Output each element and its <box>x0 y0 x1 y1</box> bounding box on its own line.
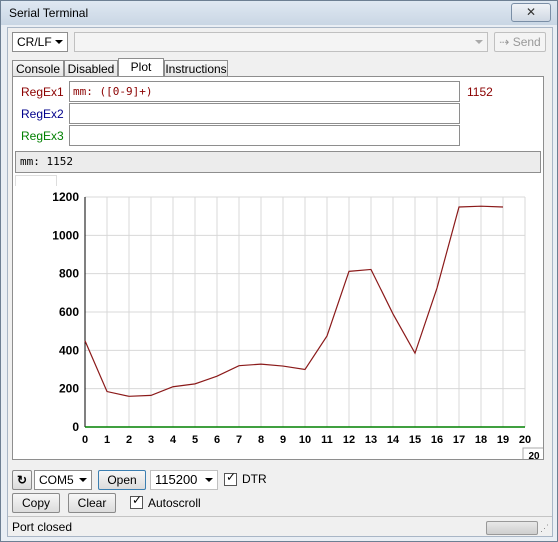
x-tick-label: 17 <box>453 434 465 446</box>
x-tick-label: 9 <box>280 434 286 446</box>
regex1-label: RegEx1 <box>21 85 64 99</box>
x-tick-label: 18 <box>475 434 487 446</box>
regex1-match-value: 1152 <box>467 85 493 99</box>
y-tick-label: 200 <box>59 382 79 396</box>
regex-row-3: RegEx3 <box>19 125 461 147</box>
x-tick-label: 7 <box>236 434 242 446</box>
tab-label: Console <box>15 62 61 76</box>
regex3-label: RegEx3 <box>21 129 64 143</box>
y-tick-label: 1000 <box>52 228 79 242</box>
port-select[interactable]: COM5 <box>34 470 92 490</box>
plot-chart: 0 1 2 3 4 5 6 7 8 9 10 11 12 13 14 15 16 17 18 19 2002004006… <box>52 190 543 459</box>
send-text-input[interactable] <box>74 32 488 52</box>
status-text: Port closed <box>12 520 73 534</box>
dtr-label: DTR <box>242 472 267 486</box>
tab-label: Plot <box>130 60 152 74</box>
x-tick-label: 12 <box>343 434 355 446</box>
x-tick-label: 19 <box>497 434 509 446</box>
y-tick-label: 400 <box>59 343 79 357</box>
x-tick-label: 13 <box>365 434 377 446</box>
chevron-down-icon <box>55 40 63 44</box>
x-tick-label: 16 <box>431 434 443 446</box>
title-bar[interactable]: Serial Terminal ✕ <box>1 1 557 25</box>
regex3-input[interactable] <box>69 125 460 146</box>
line-ending-value: CR/LF <box>17 35 52 49</box>
check-icon: ✓ <box>132 493 143 507</box>
progress-bar <box>486 521 538 535</box>
send-icon: ⇢ <box>499 35 510 49</box>
copy-button[interactable]: Copy <box>12 493 60 513</box>
y-tick-label: 1200 <box>52 190 79 204</box>
dtr-checkbox[interactable]: ✓ <box>224 470 237 486</box>
x-tick-label: 1 <box>104 434 110 446</box>
x-tick-label: 5 <box>192 434 198 446</box>
clear-button[interactable]: Clear <box>68 493 116 513</box>
tab-instructions[interactable]: Instructions <box>164 60 228 77</box>
open-button[interactable]: Open <box>98 470 146 490</box>
tab-label: Instructions <box>165 62 227 76</box>
refresh-button[interactable]: ↻ <box>12 470 32 490</box>
check-icon: ✓ <box>226 470 237 484</box>
x-tick-label: 8 <box>258 434 264 446</box>
y-tick-label: 600 <box>59 305 79 319</box>
x-tick-label: 0 <box>82 434 88 446</box>
x-tick-label: 6 <box>214 434 220 446</box>
tab-plot[interactable]: Plot <box>118 58 164 78</box>
regex-row-2: RegEx2 <box>19 103 461 125</box>
match-line: mm: 1152 <box>15 151 541 173</box>
x-tick-label: 14 <box>387 434 400 446</box>
line-ending-select[interactable]: CR/LF <box>12 32 68 52</box>
x-tick-label: 15 <box>409 434 421 446</box>
client-area: CR/LF ⇢ Send Console Disabled Plot Instr… <box>7 27 553 537</box>
regex2-label: RegEx2 <box>21 107 64 121</box>
x-tick-label: 2 <box>126 434 132 446</box>
x-tick-label: 20 <box>519 434 531 446</box>
tab-disabled[interactable]: Disabled <box>64 60 118 77</box>
regex2-input[interactable] <box>69 103 460 124</box>
status-bar: Port closed ⋰ <box>8 516 552 537</box>
x-tick-label: 3 <box>148 434 154 446</box>
port-value: COM5 <box>39 473 74 487</box>
main-window: Serial Terminal ✕ CR/LF ⇢ Send Console D… <box>0 0 558 542</box>
chevron-down-icon <box>79 478 87 482</box>
send-label: Send <box>512 35 541 49</box>
tab-console[interactable]: Console <box>12 60 64 77</box>
regex1-input[interactable]: mm: ([0-9]+) <box>69 81 460 102</box>
baud-select[interactable]: 115200 <box>150 470 218 490</box>
resize-grip-icon[interactable]: ⋰ <box>540 523 550 533</box>
y-tick-label: 800 <box>59 267 79 281</box>
x-tick-label: 11 <box>321 434 333 446</box>
x-scroll-value: 20 <box>528 451 540 459</box>
chevron-down-icon <box>475 40 483 44</box>
autoscroll-label: Autoscroll <box>148 496 201 510</box>
plot-panel: RegEx1 mm: ([0-9]+) 1152 RegEx2 RegEx3 m… <box>12 76 544 460</box>
send-button[interactable]: ⇢ Send <box>494 32 546 52</box>
tab-label: Disabled <box>67 62 115 76</box>
close-button[interactable]: ✕ <box>511 3 551 22</box>
autoscroll-checkbox[interactable]: ✓ <box>130 493 143 509</box>
window-title: Serial Terminal <box>9 6 89 20</box>
y-tick-label: 0 <box>72 420 79 434</box>
x-tick-label: 4 <box>170 434 177 446</box>
regex-row-1: RegEx1 mm: ([0-9]+) <box>19 81 461 103</box>
chevron-down-icon <box>205 478 213 482</box>
refresh-icon: ↻ <box>16 473 28 487</box>
x-tick-label: 10 <box>299 434 311 446</box>
baud-value: 115200 <box>155 472 198 487</box>
